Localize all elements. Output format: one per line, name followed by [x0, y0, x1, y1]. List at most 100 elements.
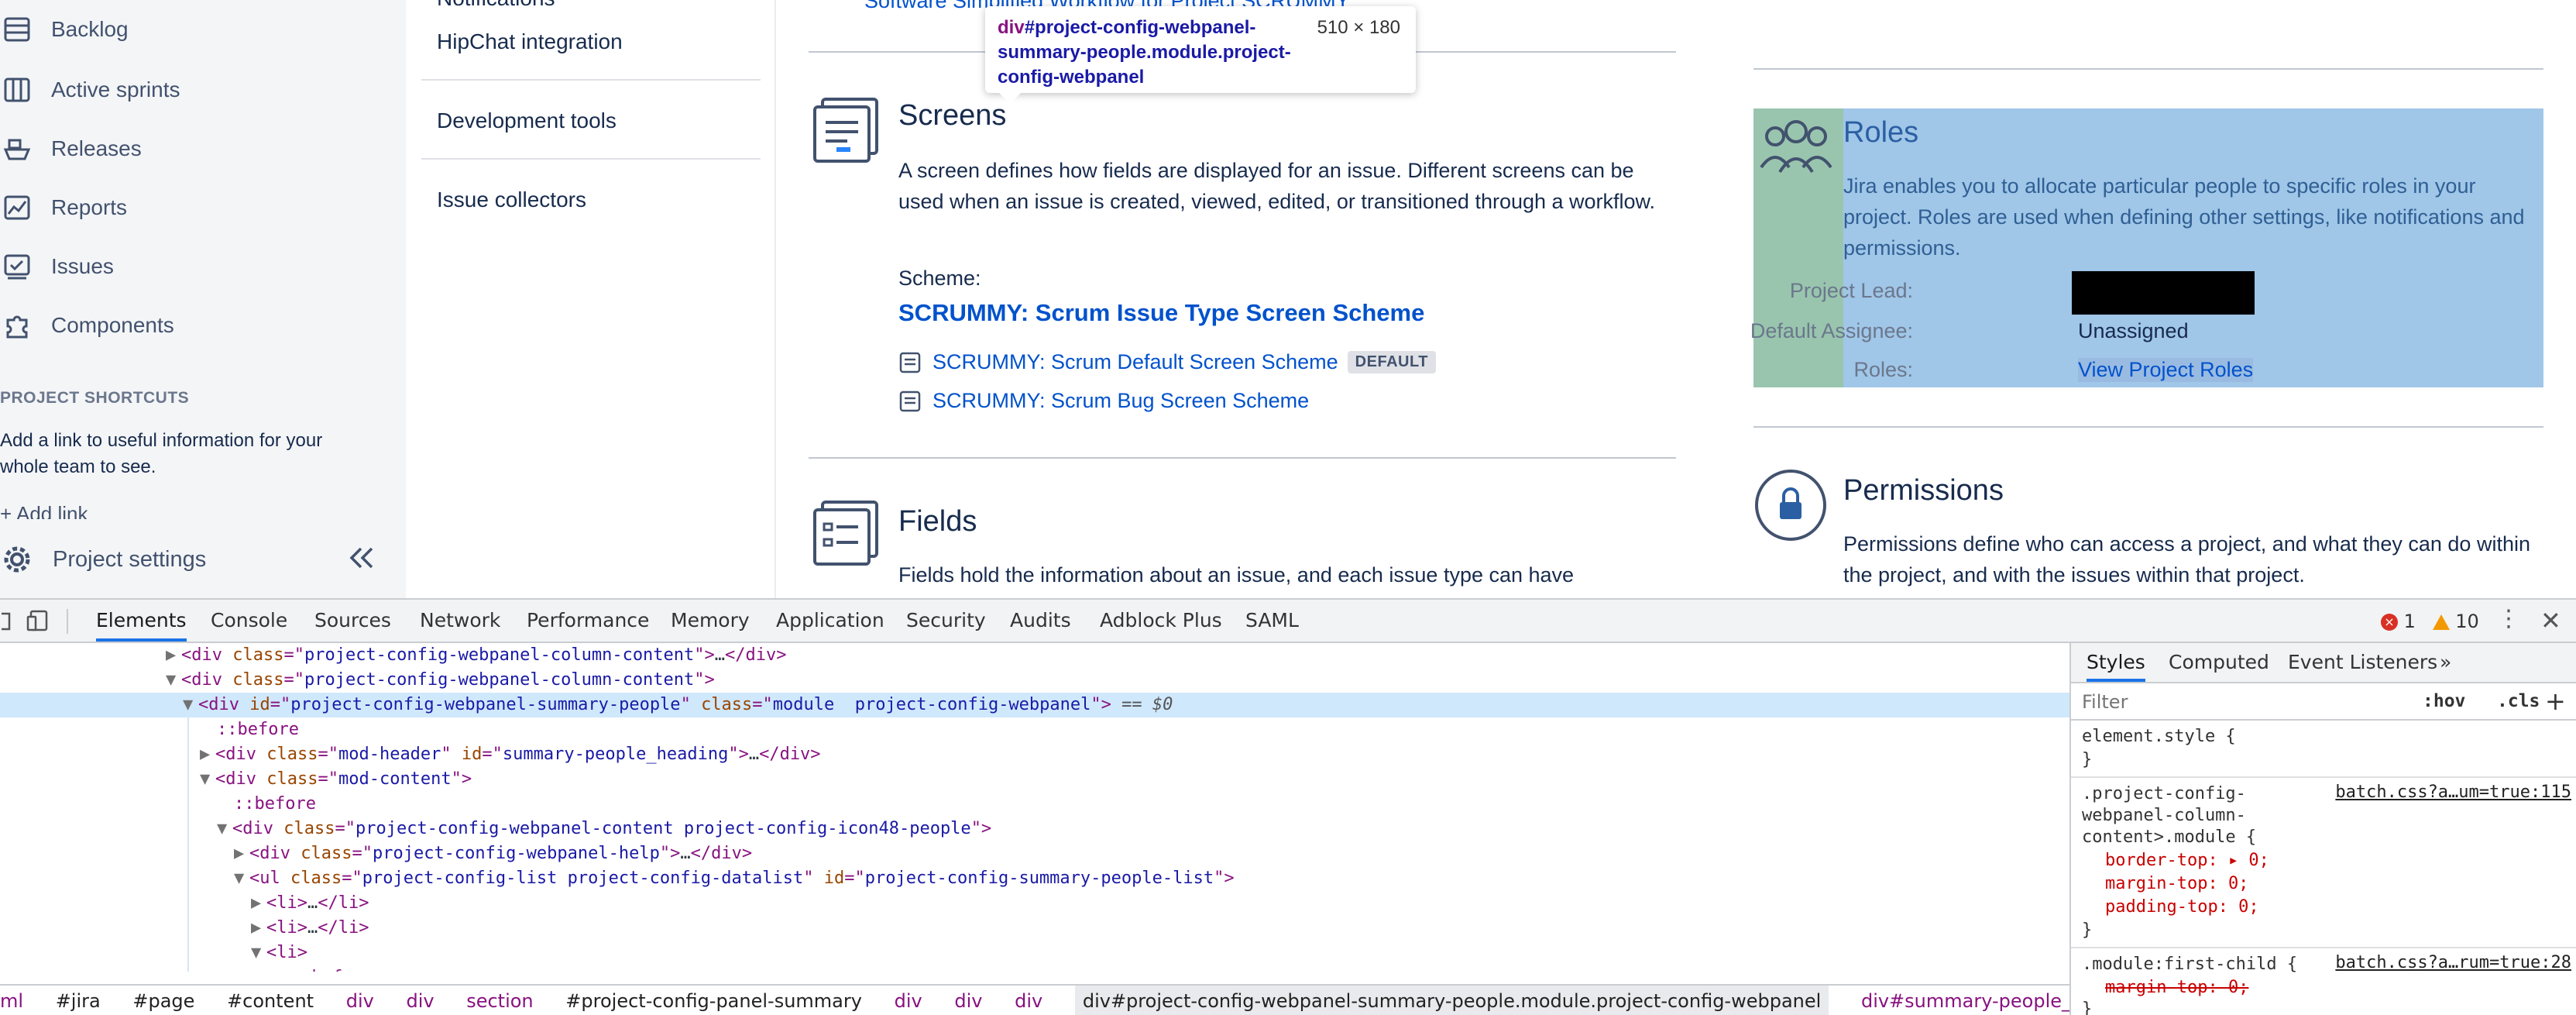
breadcrumb-item[interactable]: #project-config-panel-summary	[565, 986, 862, 1015]
css-source-link[interactable]: batch.css?a…rum=true:28	[2335, 953, 2571, 972]
add-link-button[interactable]: + Add link	[0, 502, 88, 519]
screen-scheme-link[interactable]: SCRUMMY: Scrum Bug Screen Scheme	[933, 389, 1309, 413]
collapse-sidebar-button[interactable]	[345, 542, 376, 573]
hover-state-toggle[interactable]: :hov	[2423, 691, 2465, 711]
dom-node-selected[interactable]: ▼ <div id="project-config-webpanel-summar…	[0, 693, 2069, 717]
class-toggle[interactable]: .cls	[2497, 691, 2540, 711]
css-selector[interactable]: webpanel-column-	[2082, 804, 2246, 827]
screen-scheme-link[interactable]: SCRUMMY: Scrum Issue Type Screen Scheme	[898, 299, 1424, 327]
tab-performance[interactable]: Performance	[527, 600, 649, 642]
tab-console[interactable]: Console	[211, 600, 287, 642]
more-options-icon[interactable]: ⋮	[2497, 607, 2520, 631]
sidebar-item-active-sprints[interactable]: Active sprints	[0, 67, 406, 113]
css-source-link[interactable]: batch.css?a…um=true:115	[2335, 783, 2571, 802]
view-project-roles-link[interactable]: View Project Roles	[2078, 358, 2254, 382]
collapse-arrow-icon[interactable]: ▼	[166, 668, 181, 693]
collapse-arrow-icon[interactable]: ▼	[217, 817, 232, 841]
more-tabs-icon[interactable]: »	[2440, 643, 2451, 682]
css-property[interactable]: padding-top: 0;	[2105, 896, 2259, 919]
expand-arrow-icon[interactable]: ▶	[166, 643, 181, 668]
close-icon[interactable]: ✕	[2540, 606, 2561, 635]
breadcrumb-item[interactable]: ml	[0, 986, 23, 1015]
dom-node[interactable]: ▼ <ul class="project-config-list project-…	[0, 866, 2069, 891]
collapse-arrow-icon[interactable]: ▼	[251, 941, 266, 965]
warning-count: 10	[2455, 611, 2479, 632]
dom-node[interactable]: ▶ <div class="mod-header" id="summary-peo…	[0, 742, 2069, 767]
screen-scheme-row[interactable]: SCRUMMY: Scrum Bug Screen Scheme	[898, 389, 1309, 413]
tab-elements[interactable]: Elements	[96, 600, 187, 642]
tab-event-listeners[interactable]: Event Listeners	[2288, 643, 2437, 682]
inspect-element-icon[interactable]	[0, 611, 12, 635]
expand-arrow-icon[interactable]: ▶	[200, 742, 215, 767]
css-property[interactable]: margin-top: 0;	[2105, 872, 2248, 896]
tab-application[interactable]: Application	[776, 600, 884, 642]
sidebar-item-issues[interactable]: Issues	[0, 243, 406, 290]
default-badge: DEFAULT	[1347, 351, 1436, 373]
css-selector[interactable]: content>.module {	[2082, 826, 2256, 849]
dom-pseudo[interactable]: ::before	[0, 965, 2069, 972]
css-property-overridden[interactable]: margin-top: 0;	[2105, 976, 2248, 1000]
screen-icon	[898, 351, 922, 374]
device-toolbar-icon[interactable]	[26, 609, 50, 635]
tab-styles[interactable]: Styles	[2087, 643, 2145, 682]
add-rule-icon[interactable]: +	[2545, 686, 2566, 716]
tab-saml[interactable]: SAML	[1245, 600, 1299, 642]
tab-network[interactable]: Network	[420, 600, 500, 642]
breadcrumb-item[interactable]: #content	[227, 986, 314, 1015]
expand-arrow-icon[interactable]: ▶	[251, 891, 266, 916]
dom-pseudo[interactable]: ::before	[0, 792, 2069, 817]
dom-node[interactable]: ▼ <div class="mod-content">	[0, 767, 2069, 792]
fields-title: Fields	[898, 505, 977, 538]
subnav-item-development-tools[interactable]: Development tools	[437, 108, 617, 133]
sidebar-item-backlog[interactable]: Backlog	[0, 6, 406, 53]
sidebar-item-reports[interactable]: Reports	[0, 184, 406, 231]
collapse-arrow-icon[interactable]: ▼	[200, 767, 215, 792]
tab-computed[interactable]: Computed	[2169, 643, 2269, 682]
breadcrumb-item[interactable]: div	[895, 986, 922, 1015]
subnav-item-issue-collectors[interactable]: Issue collectors	[437, 188, 586, 212]
subnav-item-hipchat[interactable]: HipChat integration	[437, 29, 623, 54]
tab-sources[interactable]: Sources	[314, 600, 391, 642]
screen-scheme-row[interactable]: SCRUMMY: Scrum Default Screen Scheme DEF…	[898, 350, 1436, 374]
css-selector[interactable]: element.style {	[2082, 725, 2236, 748]
dom-tree[interactable]: ▶ <div class="project-config-webpanel-col…	[0, 643, 2069, 972]
breadcrumb-item[interactable]: div	[406, 986, 434, 1015]
subnav-item-notifications[interactable]: Notifications	[437, 0, 555, 11]
sidebar-item-label: Components	[51, 313, 174, 337]
breadcrumb-item-selected[interactable]: div#project-config-webpanel-summary-peop…	[1074, 986, 1829, 1015]
sidebar-item-components[interactable]: Components	[0, 302, 406, 349]
breadcrumb-item[interactable]: div	[1015, 986, 1042, 1015]
dom-node[interactable]: ▼ <li>	[0, 941, 2069, 965]
screen-scheme-link[interactable]: SCRUMMY: Scrum Default Screen Scheme	[933, 350, 1338, 374]
tab-audits[interactable]: Audits	[1010, 600, 1071, 642]
breadcrumb-item[interactable]: div	[954, 986, 982, 1015]
collapse-arrow-icon[interactable]: ▼	[234, 866, 249, 891]
breadcrumb-item[interactable]: #page	[132, 986, 194, 1015]
console-counters[interactable]: × 1 10	[2381, 611, 2479, 632]
css-selector[interactable]: .project-config-	[2082, 783, 2246, 806]
dom-node[interactable]: ▶ <li>…</li>	[0, 891, 2069, 916]
dom-node[interactable]: ▶ <div class="project-config-webpanel-hel…	[0, 841, 2069, 866]
screens-icon	[809, 93, 883, 167]
dom-node[interactable]: ▼ <div class="project-config-webpanel-col…	[0, 668, 2069, 693]
styles-filter-input[interactable]	[2082, 690, 2392, 714]
breadcrumb-item[interactable]: div#summary-people_heading.mod-header	[1861, 986, 2069, 1015]
dom-node[interactable]: ▼ <div class="project-config-webpanel-con…	[0, 817, 2069, 841]
css-selector[interactable]: .module:first-child {	[2082, 953, 2297, 976]
css-property[interactable]: border-top: ▸ 0;	[2105, 849, 2269, 872]
dom-node[interactable]: ▶ <li>…</li>	[0, 916, 2069, 941]
breadcrumb-item[interactable]: section	[466, 986, 533, 1015]
expand-arrow-icon[interactable]: ▶	[234, 841, 249, 866]
dom-pseudo[interactable]: ::before	[0, 717, 2069, 742]
dom-node[interactable]: ▶ <div class="project-config-webpanel-col…	[0, 643, 2069, 668]
expand-arrow-icon[interactable]: ▶	[251, 916, 266, 941]
sidebar-item-label: Releases	[51, 136, 142, 160]
collapse-arrow-icon[interactable]: ▼	[183, 693, 198, 717]
tab-memory[interactable]: Memory	[671, 600, 750, 642]
screen-icon	[898, 390, 922, 413]
sidebar-item-releases[interactable]: Releases	[0, 126, 406, 172]
tab-security[interactable]: Security	[906, 600, 986, 642]
tab-adblock-plus[interactable]: Adblock Plus	[1100, 600, 1222, 642]
breadcrumb-item[interactable]: div	[346, 986, 374, 1015]
breadcrumb-item[interactable]: #jira	[56, 986, 101, 1015]
